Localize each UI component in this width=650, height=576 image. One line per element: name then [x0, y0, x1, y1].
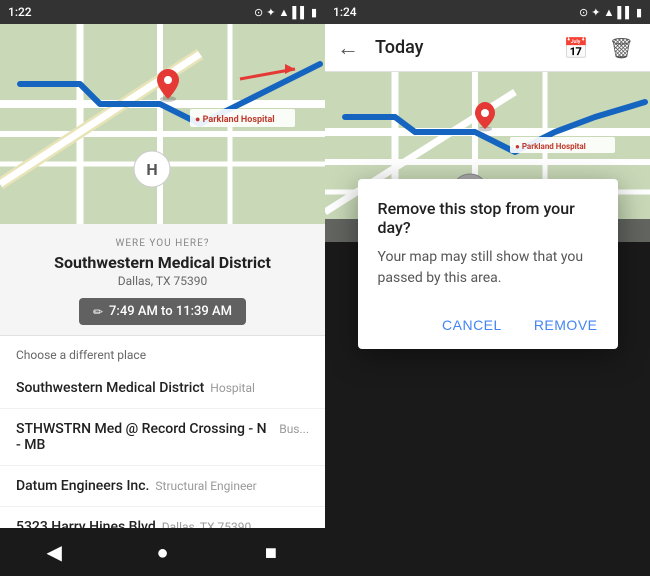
dialog-title: Remove this stop from your day? [358, 179, 618, 247]
time-range: 7:49 AM to 11:39 AM [109, 304, 232, 319]
time-badge[interactable]: ✏ 7:49 AM to 11:39 AM [79, 298, 246, 325]
recents-nav-button[interactable]: ■ [251, 532, 291, 572]
list-item[interactable]: Southwestern Medical District Hospital [0, 368, 325, 409]
home-nav-button[interactable]: ● [142, 532, 182, 572]
place-type: Hospital [210, 381, 255, 395]
place-type: Bus... [279, 422, 309, 436]
right-phone: 1:24 ⊙ ✦ ▲ ▌▌ ▮ ← Today 📅 🗑 [325, 0, 650, 576]
place-name: 5323 Harry Hines Blvd [16, 519, 156, 528]
signal-icon: ▌▌ [292, 6, 308, 19]
place-type: Structural Engineer [155, 479, 256, 493]
list-item[interactable]: Datum Engineers Inc. Structural Engineer [0, 466, 325, 507]
content-panel-left: WERE YOU HERE? Southwestern Medical Dist… [0, 224, 325, 528]
place-name: STHWSTRN Med @ Record Crossing - N - MB [16, 421, 273, 453]
battery-icon: ▮ [311, 6, 317, 19]
svg-text:H: H [146, 160, 157, 179]
bluetooth-icon: ✦ [266, 6, 275, 19]
location-address: Dallas, TX 75390 [16, 274, 309, 288]
edit-icon: ✏ [93, 305, 103, 319]
left-phone: 1:22 ⊙ ✦ ▲ ▌▌ ▮ [0, 0, 325, 576]
choose-label: Choose a different place [0, 336, 325, 368]
place-list: Southwestern Medical District Hospital S… [0, 368, 325, 528]
map-svg-left: ● Parkland Hospital H [0, 24, 325, 224]
location-icon: ⊙ [254, 6, 263, 19]
back-nav-button[interactable]: ◀ [34, 532, 74, 572]
list-item[interactable]: 5323 Harry Hines Blvd Dallas, TX 75390 [0, 507, 325, 528]
place-name: Datum Engineers Inc. [16, 478, 149, 494]
remove-button[interactable]: REMOVE [526, 313, 606, 337]
list-item[interactable]: STHWSTRN Med @ Record Crossing - N - MB … [0, 409, 325, 466]
wifi-icon: ▲ [278, 6, 289, 19]
dialog: Remove this stop from your day? Your map… [358, 179, 618, 349]
dialog-actions: CANCEL REMOVE [358, 305, 618, 349]
location-header: WERE YOU HERE? Southwestern Medical Dist… [0, 224, 325, 336]
were-you-here-label: WERE YOU HERE? [16, 238, 309, 249]
location-name: Southwestern Medical District [16, 253, 309, 272]
place-name: Southwestern Medical District [16, 380, 204, 396]
place-type: Dallas, TX 75390 [162, 520, 251, 528]
status-time-left: 1:22 [8, 5, 32, 19]
map-area-left: ● Parkland Hospital H [0, 24, 325, 224]
status-bar-left: 1:22 ⊙ ✦ ▲ ▌▌ ▮ [0, 0, 325, 24]
dialog-overlay: Remove this stop from your day? Your map… [325, 0, 650, 528]
status-icons-left: ⊙ ✦ ▲ ▌▌ ▮ [254, 6, 317, 19]
dialog-body: Your map may still show that you passed … [358, 247, 618, 305]
svg-text:● Parkland Hospital: ● Parkland Hospital [195, 115, 275, 125]
nav-bar-left: ◀ ● ■ [0, 528, 325, 576]
cancel-button[interactable]: CANCEL [434, 313, 510, 337]
